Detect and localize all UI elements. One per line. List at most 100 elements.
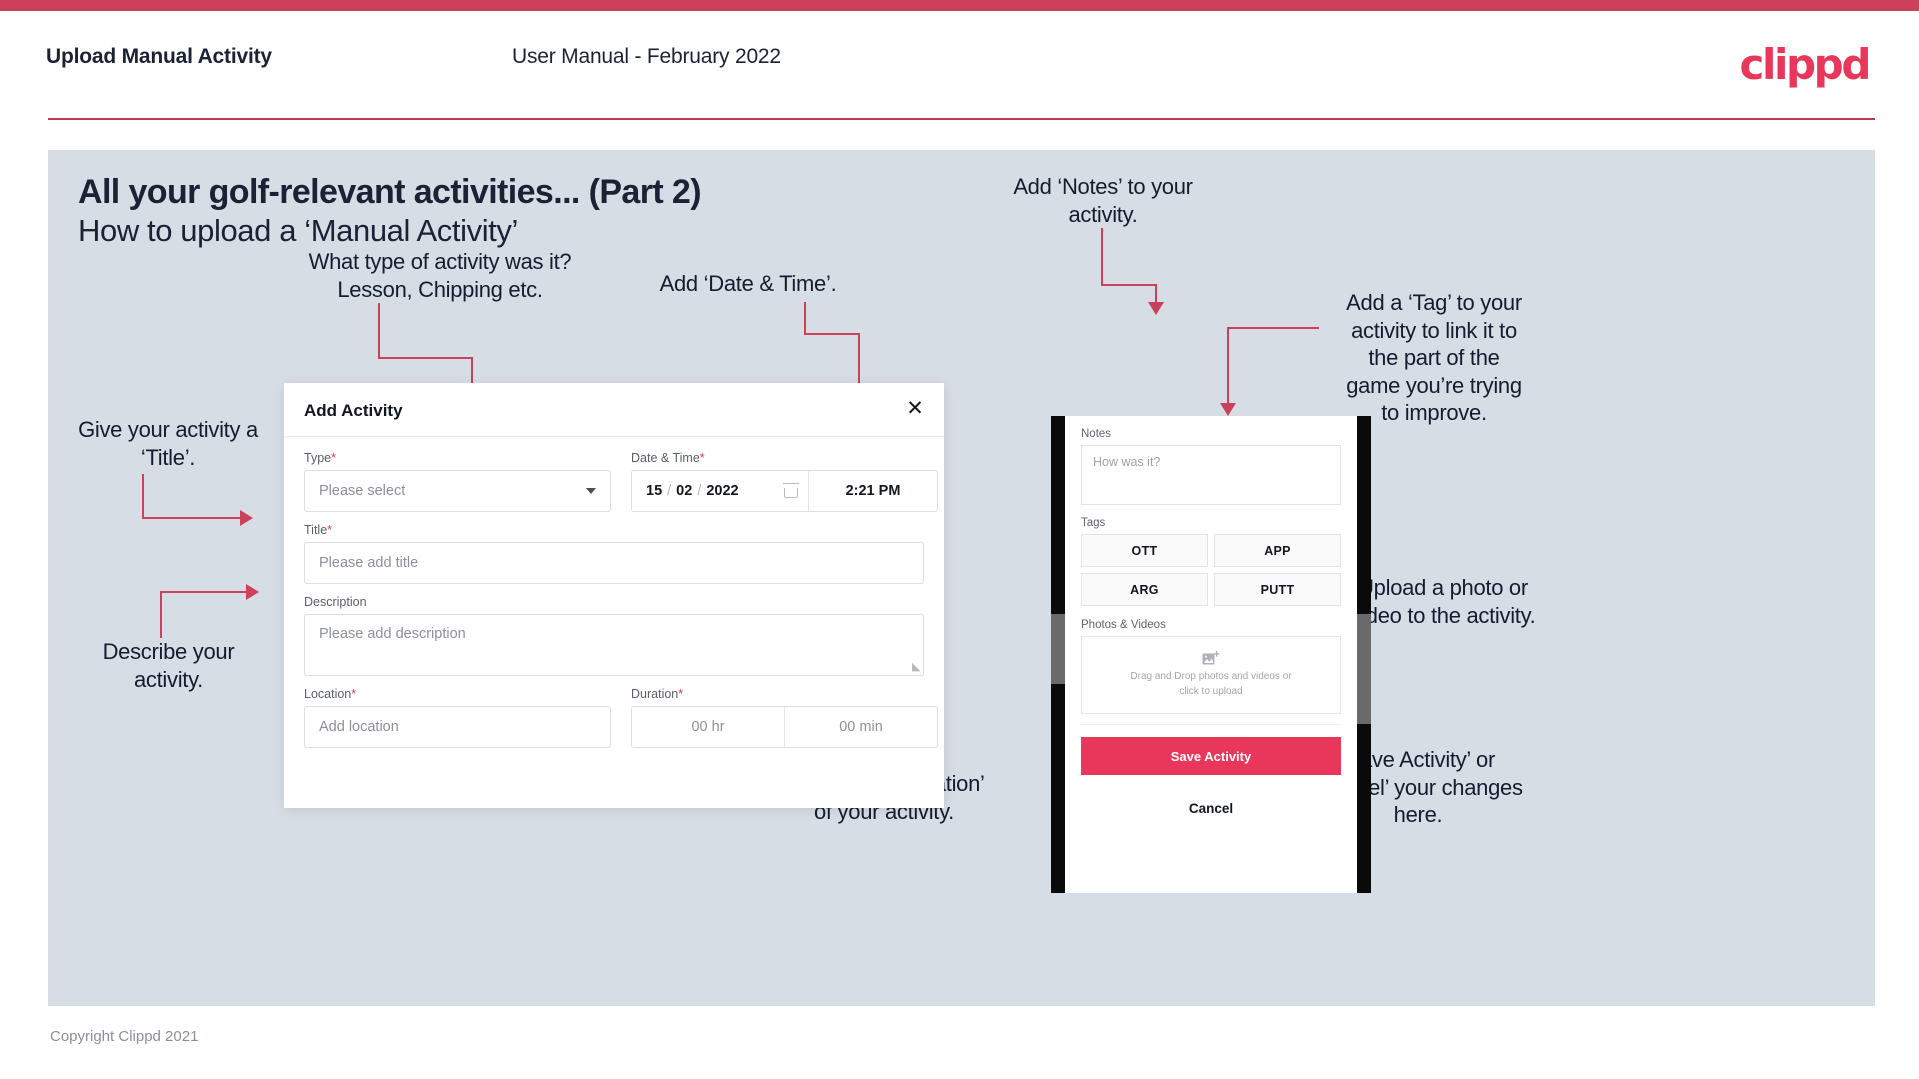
field-type-required: * xyxy=(331,451,336,465)
field-location-required: * xyxy=(351,687,357,701)
arrow-notes-head xyxy=(1148,302,1164,315)
modal-header: Add Activity ✕ xyxy=(284,383,944,437)
page-title: Upload Manual Activity xyxy=(46,45,272,68)
callout-date-time: Add ‘Date & Time’. xyxy=(623,270,873,298)
arrow-title-head xyxy=(240,510,253,526)
slide-page: Upload Manual Activity User Manual - Feb… xyxy=(0,0,1919,1079)
resize-grip-icon[interactable]: ◢ xyxy=(912,660,920,673)
date-sep-2: / xyxy=(697,483,702,499)
callout-type-line2: Lesson, Chipping etc. xyxy=(337,276,543,302)
phone-mockup: Notes How was it? Tags OTT APP ARG PUTT … xyxy=(1051,416,1371,893)
slide-subtitle: How to upload a ‘Manual Activity’ xyxy=(78,213,518,248)
tags-label: Tags xyxy=(1081,517,1106,529)
notes-input[interactable]: How was it? xyxy=(1081,445,1341,505)
callout-notes-line1: Add ‘Notes’ to your xyxy=(1013,174,1193,199)
dropzone-text-line2: click to upload xyxy=(1179,685,1243,697)
phone-volume-button xyxy=(1051,614,1065,684)
field-title: Title* Please add title xyxy=(304,523,924,584)
tag-button-putt[interactable]: PUTT xyxy=(1214,573,1341,606)
arrow-title-horiz xyxy=(142,517,242,519)
field-type-label-text: Type xyxy=(304,451,332,465)
type-select[interactable]: Please select xyxy=(304,470,611,512)
callout-describe-line2: activity. xyxy=(133,666,203,692)
tag-button-app[interactable]: APP xyxy=(1214,534,1341,567)
duration-hours-input[interactable]: 00 hr xyxy=(632,707,784,747)
row-type-datetime: Type* Please select Date & Time* 15 / 02… xyxy=(304,451,938,523)
phone-power-button xyxy=(1357,614,1371,724)
title-input[interactable]: Please add title xyxy=(304,542,924,584)
field-duration-required: * xyxy=(678,687,684,701)
field-description-label: Description xyxy=(304,595,367,609)
datetime-group: 15 / 02 / 2022 2:21 PM xyxy=(631,470,938,512)
duration-minutes-input[interactable]: 00 min xyxy=(784,707,937,747)
time-input[interactable]: 2:21 PM xyxy=(809,471,937,511)
chevron-down-icon xyxy=(586,488,596,494)
field-title-required: * xyxy=(327,523,333,537)
row-location-duration: Location* Add location Duration* 00 hr 0… xyxy=(304,687,938,759)
type-select-value: Please select xyxy=(319,483,406,499)
callout-type-line1: What type of activity was it? xyxy=(308,249,572,274)
location-input[interactable]: Add location xyxy=(304,706,611,748)
description-placeholder: Please add description xyxy=(319,626,466,642)
callout-title-line2: ‘Title’. xyxy=(140,444,196,470)
callout-tag-line1: Add a ‘Tag’ to your xyxy=(1346,290,1522,315)
field-title-label-text: Title xyxy=(304,523,328,537)
field-description: Description Please add description ◢ xyxy=(304,595,924,676)
photo-dropzone[interactable]: Drag and Drop photos and videos or click… xyxy=(1081,636,1341,714)
field-datetime-label: Date & Time* xyxy=(631,451,938,465)
date-year: 2022 xyxy=(706,483,739,499)
callout-notes-line2: activity. xyxy=(1068,201,1138,227)
callout-tag-line2: activity to link it to xyxy=(1351,317,1517,343)
cancel-button[interactable]: Cancel xyxy=(1081,789,1341,827)
date-input[interactable]: 15 / 02 / 2022 xyxy=(632,471,809,511)
date-day: 15 xyxy=(646,483,663,499)
clippd-logo: clippd xyxy=(1739,40,1872,89)
page-subtitle: User Manual - February 2022 xyxy=(512,45,781,68)
callout-tag: Add a ‘Tag’ to your activity to link it … xyxy=(1319,289,1549,427)
dropzone-text-line1: Drag and Drop photos and videos or xyxy=(1130,671,1292,682)
phone-right-edge xyxy=(1357,416,1371,893)
footer-copyright: Copyright Clippd 2021 xyxy=(50,1028,199,1045)
description-textarea[interactable]: Please add description ◢ xyxy=(304,614,924,676)
callout-describe-line1: Describe your xyxy=(102,639,235,664)
arrow-tag-head xyxy=(1220,403,1236,416)
arrow-describe-horiz xyxy=(160,591,248,593)
add-image-icon xyxy=(1202,650,1220,666)
date-sep-1: / xyxy=(667,483,672,499)
save-activity-button[interactable]: Save Activity xyxy=(1081,737,1341,775)
field-type: Type* Please select xyxy=(304,451,611,512)
close-icon[interactable]: ✕ xyxy=(902,395,928,421)
arrow-describe-vert xyxy=(160,591,162,638)
callout-title-line1: Give your activity a xyxy=(78,417,258,442)
date-month: 02 xyxy=(676,483,693,499)
arrow-dt-horiz xyxy=(804,333,860,335)
arrow-tag-vert xyxy=(1227,327,1229,405)
field-location-label: Location* xyxy=(304,687,611,701)
field-type-label: Type* xyxy=(304,451,611,465)
slide-title: All your golf-relevant activities... (Pa… xyxy=(78,173,702,211)
arrow-type-vert1 xyxy=(378,303,380,358)
calendar-icon[interactable] xyxy=(783,483,799,498)
field-title-label: Title* xyxy=(304,523,924,537)
tag-button-ott[interactable]: OTT xyxy=(1081,534,1208,567)
phone-screen: Notes How was it? Tags OTT APP ARG PUTT … xyxy=(1065,416,1357,893)
arrow-notes-vert1 xyxy=(1101,228,1103,286)
callout-tag-line3: the part of the xyxy=(1368,345,1500,370)
modal-body: Type* Please select Date & Time* 15 / 02… xyxy=(284,437,944,759)
field-location-label-text: Location xyxy=(304,687,352,701)
arrow-tag-horiz xyxy=(1227,327,1319,329)
arrow-notes-vert2 xyxy=(1155,284,1157,304)
phone-left-edge xyxy=(1051,416,1065,893)
photos-videos-label: Photos & Videos xyxy=(1081,619,1166,631)
arrow-describe-head xyxy=(246,584,259,600)
add-activity-modal: Add Activity ✕ Type* Please select Date … xyxy=(284,383,944,808)
top-brand-bar xyxy=(0,0,1919,11)
arrow-notes-horiz xyxy=(1101,284,1157,286)
slide-canvas: All your golf-relevant activities... (Pa… xyxy=(48,150,1875,1006)
notes-label: Notes xyxy=(1081,428,1112,440)
callout-date-time-line1: Add ‘Date & Time’. xyxy=(659,271,837,296)
tag-button-arg[interactable]: ARG xyxy=(1081,573,1208,606)
callout-describe: Describe your activity. xyxy=(56,638,281,693)
duration-group: 00 hr 00 min xyxy=(631,706,938,748)
dropzone-text: Drag and Drop photos and videos or click… xyxy=(1130,670,1291,699)
